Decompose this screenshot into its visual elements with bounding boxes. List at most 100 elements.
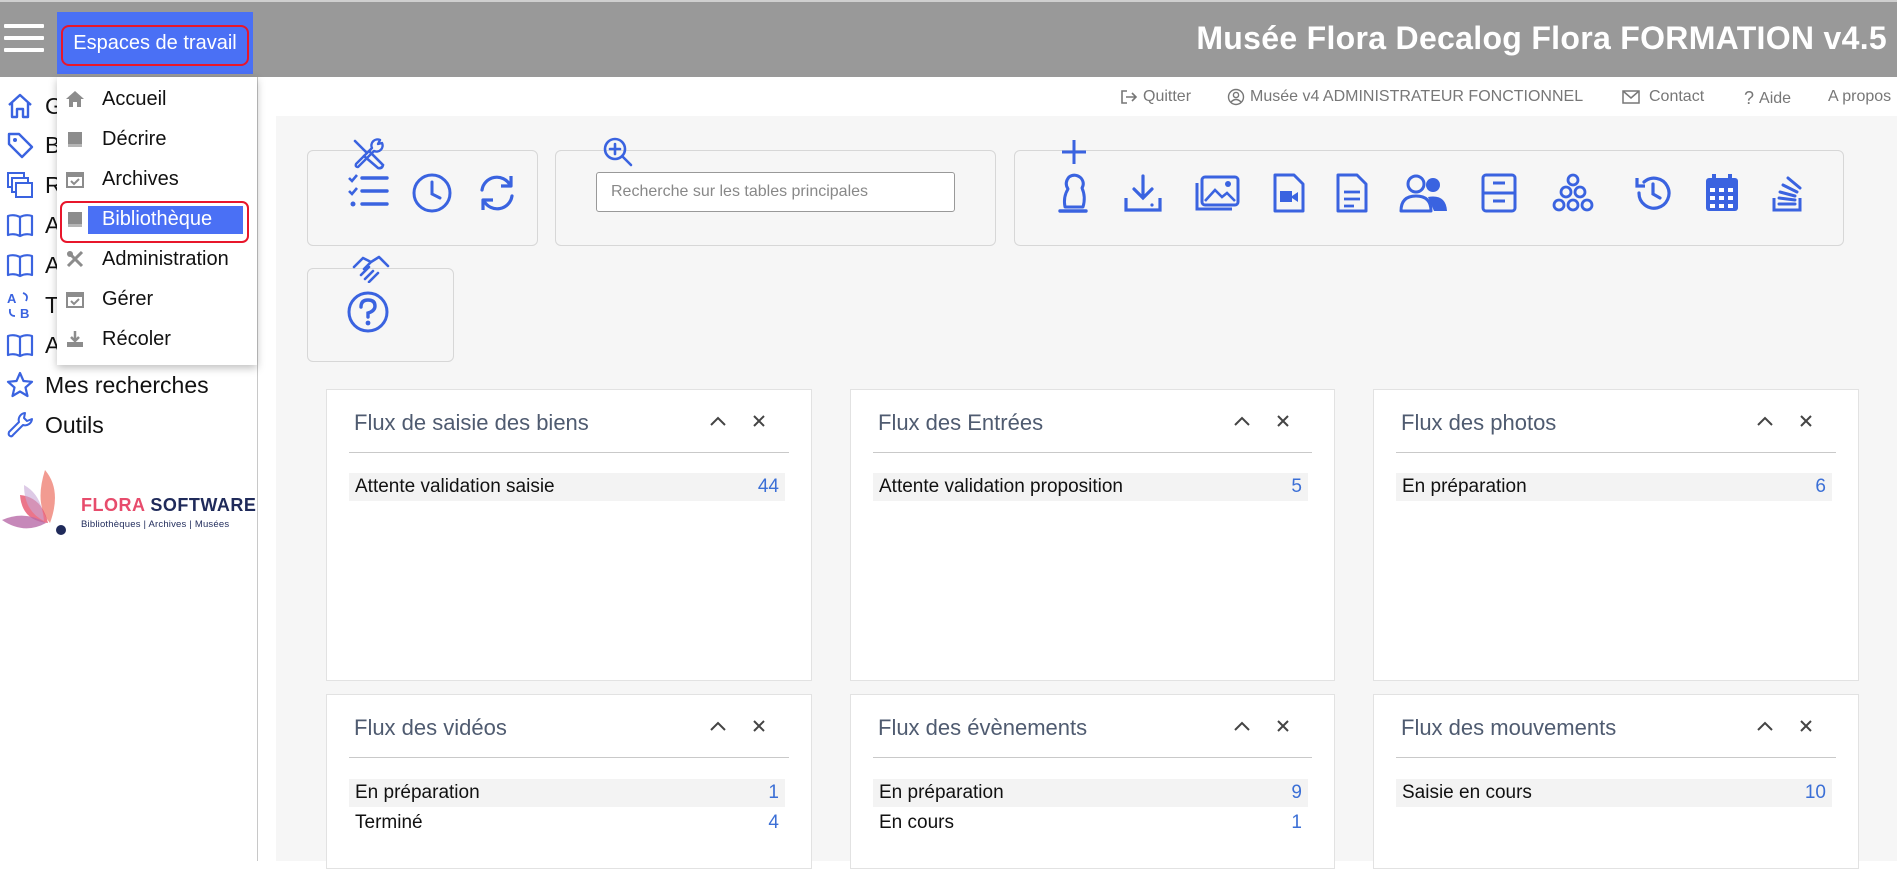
user-link[interactable]: Musée v4 ADMINISTRATEUR FONCTIONNEL — [1227, 88, 1583, 106]
quit-label: Quitter — [1143, 88, 1192, 105]
logout-icon — [1120, 89, 1138, 105]
help-question-icon[interactable] — [344, 288, 392, 336]
menu-item-label: Administration — [102, 247, 229, 270]
logo-brand-software: SOFTWARE — [150, 495, 257, 515]
row-count-link[interactable]: 4 — [768, 812, 779, 834]
list-item[interactable]: Terminé 4 — [349, 809, 785, 837]
close-icon[interactable] — [1272, 410, 1294, 432]
object-chess-icon[interactable] — [1052, 170, 1094, 216]
chevron-up-icon[interactable] — [1231, 715, 1253, 737]
quit-link[interactable]: Quitter — [1120, 88, 1191, 106]
list-item[interactable]: En préparation 6 — [1396, 473, 1832, 501]
list-item[interactable]: En préparation 1 — [349, 779, 785, 807]
workspaces-button[interactable]: Espaces de travail — [57, 12, 253, 74]
home-icon — [63, 87, 87, 111]
card-flux-evenements: Flux des évènements En préparation 9 En … — [850, 694, 1335, 869]
chevron-up-icon[interactable] — [1231, 410, 1253, 432]
menu-item-decrire[interactable]: Décrire — [57, 122, 257, 156]
row-count-link[interactable]: 9 — [1291, 782, 1302, 804]
card-title: Flux de saisie des biens — [354, 410, 589, 435]
row-count-link[interactable]: 10 — [1805, 782, 1826, 804]
card-divider — [1396, 452, 1836, 453]
help-link[interactable]: ? Aide — [1744, 88, 1791, 109]
calendar-icon[interactable] — [1701, 170, 1743, 216]
settings-tools-icon[interactable] — [348, 134, 388, 172]
sort-az-icon: AB — [0, 286, 40, 324]
menu-item-bibliotheque[interactable]: Bibliothèque — [57, 201, 257, 243]
archive-box-icon[interactable] — [1477, 170, 1521, 216]
close-icon[interactable] — [748, 715, 770, 737]
row-count-link[interactable]: 5 — [1291, 476, 1302, 498]
history-icon[interactable] — [1630, 170, 1676, 216]
card-flux-videos: Flux des vidéos En préparation 1 Terminé… — [326, 694, 812, 869]
flower-logo-icon — [2, 470, 66, 535]
logo-tagline: Bibliothèques | Archives | Musées — [81, 519, 230, 530]
sidebar-item-label: Mes recherches — [45, 371, 209, 398]
list-item[interactable]: Saisie en cours 10 — [1396, 779, 1832, 807]
history-clock-icon[interactable] — [409, 170, 455, 216]
top-links-bar: Quitter Musée v4 ADMINISTRATEUR FONCTION… — [260, 84, 1897, 112]
row-count-link[interactable]: 1 — [768, 782, 779, 804]
menu-item-label: Bibliothèque — [102, 207, 213, 230]
hamburger-menu-icon[interactable] — [4, 24, 44, 58]
video-file-icon[interactable] — [1269, 170, 1309, 216]
users-icon[interactable] — [1397, 170, 1451, 216]
about-link[interactable]: A propos — [1828, 88, 1891, 106]
menu-item-administration[interactable]: Administration — [57, 242, 257, 276]
menu-item-gerer[interactable]: Gérer — [57, 282, 257, 316]
row-label: En préparation — [1402, 476, 1527, 497]
book-icon — [0, 326, 40, 364]
chevron-up-icon[interactable] — [707, 410, 729, 432]
close-icon[interactable] — [1272, 715, 1294, 737]
menu-item-archives[interactable]: Archives — [57, 162, 257, 196]
chevron-up-icon[interactable] — [1754, 715, 1776, 737]
sidebar-item-label: Outils — [45, 411, 104, 438]
chevron-up-icon[interactable] — [707, 715, 729, 737]
row-count-link[interactable]: 44 — [758, 476, 779, 498]
top-header: Espaces de travail Musée Flora Decalog F… — [0, 0, 1897, 77]
cubes-icon[interactable] — [1548, 170, 1598, 216]
card-title: Flux des mouvements — [1401, 715, 1617, 740]
handshake-icon[interactable] — [350, 252, 392, 284]
list-item[interactable]: Attente validation saisie 44 — [349, 473, 785, 501]
row-count-link[interactable]: 1 — [1291, 812, 1302, 834]
logo-brand-flora: FLORA — [81, 495, 145, 515]
import-download-icon[interactable] — [1121, 170, 1165, 216]
envelope-icon — [1622, 90, 1640, 104]
download-icon — [63, 327, 87, 351]
close-icon[interactable] — [1795, 715, 1817, 737]
card-title: Flux des Entrées — [878, 410, 1044, 435]
list-item[interactable]: En préparation 9 — [873, 779, 1308, 807]
sidebar-item-my-searches[interactable]: Mes recherches — [0, 366, 258, 404]
document-icon[interactable] — [1332, 170, 1372, 216]
refresh-icon[interactable] — [474, 170, 520, 216]
tools-icon — [63, 247, 87, 271]
plus-icon[interactable] — [1057, 136, 1091, 168]
card-divider — [873, 757, 1312, 758]
contact-label: Contact — [1649, 88, 1705, 105]
close-icon[interactable] — [1795, 410, 1817, 432]
images-icon[interactable] — [1192, 170, 1242, 216]
row-label: Attente validation proposition — [879, 476, 1123, 497]
menu-item-accueil[interactable]: Accueil — [57, 82, 257, 116]
task-list-icon[interactable] — [345, 170, 391, 212]
row-count-link[interactable]: 6 — [1815, 476, 1826, 498]
sidebar-item-tools[interactable]: Outils — [0, 406, 258, 444]
chevron-up-icon[interactable] — [1754, 410, 1776, 432]
close-icon[interactable] — [748, 410, 770, 432]
calendar-check-icon — [63, 287, 87, 311]
contact-link[interactable]: Contact — [1622, 88, 1704, 106]
menu-item-label: Gérer — [102, 287, 154, 310]
row-label: Terminé — [355, 812, 423, 833]
stack-overflow-icon[interactable] — [1768, 170, 1808, 216]
card-title: Flux des évènements — [878, 715, 1088, 740]
list-item[interactable]: Attente validation proposition 5 — [873, 473, 1308, 501]
menu-item-recoler[interactable]: Récoler — [57, 322, 257, 356]
app-title: Musée Flora Decalog Flora FORMATION v4.5 — [1196, 20, 1887, 56]
card-title: Flux des photos — [1401, 410, 1557, 435]
zoom-in-icon[interactable] — [600, 134, 636, 170]
search-input[interactable] — [596, 172, 955, 212]
flora-software-logo: FLORA SOFTWARE Bibliothèques | Archives … — [0, 465, 258, 545]
list-item[interactable]: En cours 1 — [873, 809, 1308, 837]
logo-brand: FLORA SOFTWARE — [81, 495, 256, 516]
